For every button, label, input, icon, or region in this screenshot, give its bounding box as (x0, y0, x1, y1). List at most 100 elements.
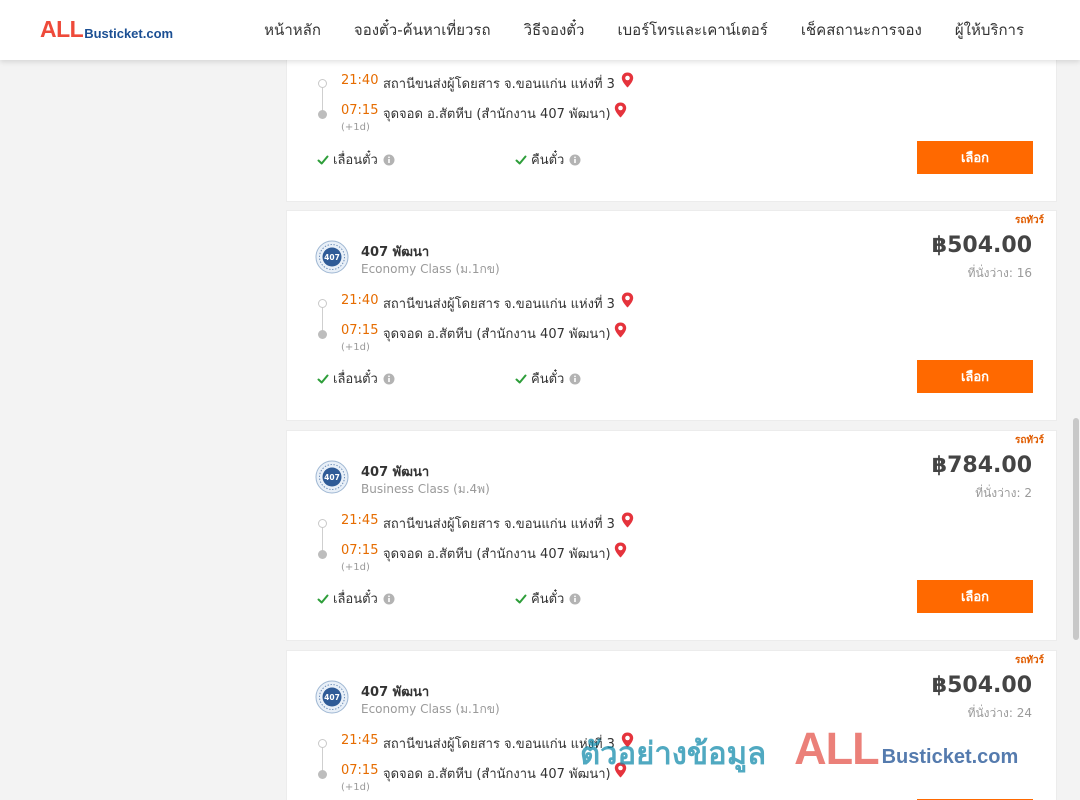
nav-check-booking[interactable]: เช็คสถานะการจอง (801, 18, 922, 42)
departure-time: 21:45 (341, 513, 379, 528)
trip-card: 21:40 สถานีขนส่งผู้โดยสาร จ.ขอนแก่น แห่ง… (286, 40, 1057, 202)
policy-refund-label: คืนตั๋ว (531, 372, 565, 387)
policy-change-ticket: เลื่อนตั๋ว (317, 588, 395, 609)
logo-all-text: ALL (40, 16, 84, 42)
departure-dot-icon (318, 739, 327, 748)
departure-dot-icon (318, 299, 327, 308)
ticket-price: ฿504.00 (931, 673, 1032, 698)
check-icon (317, 593, 329, 605)
trip-card: รถทัวร์ 407 407 พัฒนา Business Class (ม.… (286, 430, 1057, 641)
policy-change-label: เลื่อนตั๋ว (333, 592, 378, 607)
arrival-stop: จุดจอด อ.สัตหีบ (สำนักงาน 407 พัฒนา) (383, 547, 611, 562)
select-trip-button[interactable]: เลือก (917, 360, 1033, 393)
nav-book-search[interactable]: จองตั๋ว-ค้นหาเที่ยวรถ (354, 18, 491, 42)
arrival-dot-icon (318, 770, 327, 779)
logo-busticket-text: Busticket.com (84, 26, 174, 41)
operator-name: 407 พัฒนา (361, 465, 430, 480)
top-navbar: ALL Busticket.com หน้าหลัก จองตั๋ว-ค้นหา… (0, 0, 1080, 60)
nav-home[interactable]: หน้าหลัก (264, 18, 321, 42)
departure-time: 21:40 (341, 73, 379, 88)
arrival-dot-icon (318, 330, 327, 339)
arrival-time: 07:15 (341, 103, 379, 118)
arrival-dot-icon (318, 110, 327, 119)
departure-stop: สถานีขนส่งผู้โดยสาร จ.ขอนแก่น แห่งที่ 3 (383, 517, 615, 532)
site-logo[interactable]: ALL Busticket.com (40, 18, 173, 41)
policy-refund-label: คืนตั๋ว (531, 592, 565, 607)
info-icon[interactable] (383, 154, 395, 166)
route-line (322, 525, 323, 553)
map-pin-icon[interactable] (621, 512, 634, 528)
map-pin-icon[interactable] (614, 102, 627, 118)
policy-refund-ticket: คืนตั๋ว (515, 368, 581, 389)
map-pin-icon[interactable] (614, 322, 627, 338)
departure-time: 21:45 (341, 733, 379, 748)
departure-dot-icon (318, 79, 327, 88)
arrival-dot-icon (318, 550, 327, 559)
policy-change-label: เลื่อนตั๋ว (333, 372, 378, 387)
operator-logo-number: 407 (324, 473, 340, 482)
departure-dot-icon (318, 519, 327, 528)
ticket-price: ฿504.00 (931, 233, 1032, 258)
arrival-stop: จุดจอด อ.สัตหีบ (สำนักงาน 407 พัฒนา) (383, 107, 611, 122)
arrival-stop: จุดจอด อ.สัตหีบ (สำนักงาน 407 พัฒนา) (383, 327, 611, 342)
route-line (322, 85, 323, 113)
map-pin-icon[interactable] (621, 732, 634, 748)
seat-class: Economy Class (ม.1กข) (361, 262, 500, 276)
day-offset: (+1d) (341, 122, 370, 133)
nav-how-to-book[interactable]: วิธีจองตั๋ว (524, 18, 585, 42)
seats-available: ที่นั่งว่าง: 24 (967, 706, 1032, 720)
nav-phone-counters[interactable]: เบอร์โทรและเคาน์เตอร์ (617, 18, 767, 42)
info-icon[interactable] (569, 593, 581, 605)
main-nav: หน้าหลัก จองตั๋ว-ค้นหาเที่ยวรถ วิธีจองตั… (231, 0, 1024, 60)
check-icon (317, 154, 329, 166)
seats-available: ที่นั่งว่าง: 2 (975, 486, 1032, 500)
seats-available: ที่นั่งว่าง: 16 (967, 266, 1032, 280)
operator-name: 407 พัฒนา (361, 685, 430, 700)
day-offset: (+1d) (341, 782, 370, 793)
policy-change-label: เลื่อนตั๋ว (333, 153, 378, 168)
nav-operators[interactable]: ผู้ให้บริการ (955, 18, 1024, 42)
route-line (322, 305, 323, 333)
scrollbar-thumb[interactable] (1073, 418, 1079, 640)
trip-card: รถทัวร์ 407 407 พัฒนา Economy Class (ม.1… (286, 650, 1057, 800)
bus-type-tag: รถทัวร์ (1014, 215, 1044, 226)
day-offset: (+1d) (341, 342, 370, 353)
info-icon[interactable] (569, 373, 581, 385)
info-icon[interactable] (383, 593, 395, 605)
route-line (322, 745, 323, 773)
departure-stop: สถานีขนส่งผู้โดยสาร จ.ขอนแก่น แห่งที่ 3 (383, 77, 615, 92)
bus-type-tag: รถทัวร์ (1014, 655, 1044, 666)
departure-stop: สถานีขนส่งผู้โดยสาร จ.ขอนแก่น แห่งที่ 3 (383, 297, 615, 312)
operator-logo-icon: 407 (315, 680, 349, 714)
operator-logo-icon: 407 (315, 240, 349, 274)
arrival-stop: จุดจอด อ.สัตหีบ (สำนักงาน 407 พัฒนา) (383, 767, 611, 782)
day-offset: (+1d) (341, 562, 370, 573)
check-icon (515, 154, 527, 166)
select-trip-button[interactable]: เลือก (917, 580, 1033, 613)
check-icon (317, 373, 329, 385)
seat-class: Economy Class (ม.1กข) (361, 702, 500, 716)
map-pin-icon[interactable] (614, 542, 627, 558)
operator-name: 407 พัฒนา (361, 245, 430, 260)
check-icon (515, 593, 527, 605)
operator-logo-number: 407 (324, 253, 340, 262)
select-trip-button[interactable]: เลือก (917, 141, 1033, 174)
page-scrollbar[interactable] (1071, 60, 1080, 800)
map-pin-icon[interactable] (614, 762, 627, 778)
seat-class: Business Class (ม.4พ) (361, 482, 490, 496)
departure-stop: สถานีขนส่งผู้โดยสาร จ.ขอนแก่น แห่งที่ 3 (383, 737, 615, 752)
info-icon[interactable] (383, 373, 395, 385)
arrival-time: 07:15 (341, 763, 379, 778)
operator-logo-icon: 407 (315, 460, 349, 494)
bus-type-tag: รถทัวร์ (1014, 435, 1044, 446)
policy-change-ticket: เลื่อนตั๋ว (317, 149, 395, 170)
policy-refund-label: คืนตั๋ว (531, 153, 565, 168)
policy-change-ticket: เลื่อนตั๋ว (317, 368, 395, 389)
ticket-price: ฿784.00 (931, 453, 1032, 478)
check-icon (515, 373, 527, 385)
info-icon[interactable] (569, 154, 581, 166)
arrival-time: 07:15 (341, 543, 379, 558)
map-pin-icon[interactable] (621, 292, 634, 308)
operator-logo-number: 407 (324, 693, 340, 702)
map-pin-icon[interactable] (621, 72, 634, 88)
